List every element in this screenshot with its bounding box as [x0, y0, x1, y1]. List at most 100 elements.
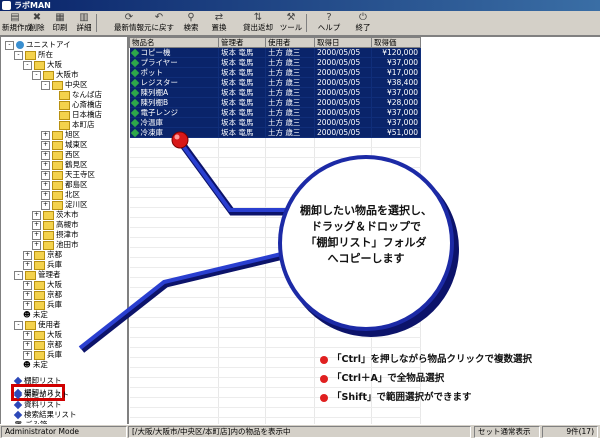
table-cell: ¥17,000 — [371, 67, 421, 78]
toolbar-button-detail[interactable]: ▥ 詳細 — [74, 12, 97, 34]
table-cell: 土方 歳三 — [265, 87, 315, 98]
app-icon — [2, 1, 11, 10]
collapse-icon[interactable]: - — [23, 60, 32, 70]
tree-node-label: なんば店 — [72, 90, 102, 99]
toolbar-button-delete[interactable]: ✖ 削除 — [27, 12, 47, 34]
table-cell: 坂本 竜馬 — [218, 117, 266, 128]
toolbar-label: 削除 — [29, 23, 45, 32]
table-row[interactable]: レジスター 坂本 竜馬 土方 歳三 2000/05/05 ¥38,400 — [129, 77, 421, 88]
toolbar-label: 新規作成 — [2, 23, 32, 32]
table-cell: ¥28,000 — [371, 97, 421, 108]
table-row[interactable]: ポット 坂本 竜馬 土方 歳三 2000/05/05 ¥17,000 — [129, 67, 421, 78]
tree-node-label: 未返却リスト — [24, 390, 69, 399]
tip-ctrl-a: 「Ctrl＋A」で全物品選択 — [320, 372, 444, 386]
toolbar-button-tool[interactable]: ⚒ ツール — [278, 12, 307, 34]
callout-line: へコピーします — [327, 252, 405, 265]
tree-node-label: 淀川区 — [65, 200, 88, 209]
tree-node-label: 北区 — [65, 190, 80, 199]
column-header[interactable]: 取得価 — [371, 37, 421, 48]
table-row[interactable]: プライヤー 坂本 竜馬 土方 歳三 2000/05/05 ¥37,000 — [129, 57, 421, 68]
toolbar-button-help[interactable]: ? ヘルプ — [313, 12, 345, 34]
table-row[interactable]: 陳列棚A 坂本 竜馬 土方 歳三 2000/05/05 ¥37,000 — [129, 87, 421, 98]
tip-shift: 「Shift」で範囲選択ができます — [320, 391, 472, 405]
callout-line: 「棚卸リスト」フォルダ — [305, 236, 427, 249]
delete-icon: ✖ — [32, 12, 42, 23]
item-icon — [130, 88, 139, 98]
collapse-icon[interactable]: - — [14, 270, 23, 280]
collapse-icon[interactable]: - — [41, 80, 50, 90]
table-cell: ¥37,000 — [371, 117, 421, 128]
collapse-icon[interactable]: - — [32, 70, 41, 80]
table-row[interactable]: 冷凍庫 坂本 竜馬 土方 歳三 2000/05/05 ¥51,000 — [129, 127, 421, 138]
status-setting: セット通常表示 — [474, 426, 540, 438]
tip-ctrl: 「Ctrl」を押しながら物品クリックで複数選択 — [320, 353, 532, 367]
table-row[interactable]: 冷温庫 坂本 竜馬 土方 歳三 2000/05/05 ¥37,000 — [129, 117, 421, 128]
toolbar-button-new[interactable]: ▤ 新規作成 — [2, 12, 32, 34]
table-row[interactable]: 陳列棚B 坂本 竜馬 土方 歳三 2000/05/05 ¥28,000 — [129, 97, 421, 108]
table-cell: 坂本 竜馬 — [218, 47, 266, 58]
tree-node-label: 京都 — [47, 290, 62, 299]
table-cell: 2000/05/05 — [314, 67, 372, 78]
table-cell: 2000/05/05 — [314, 127, 372, 138]
tree-node-label: 高槻市 — [56, 220, 79, 229]
table-cell: 陳列棚B — [129, 97, 219, 108]
column-header[interactable]: 管理者 — [218, 37, 266, 48]
toolbar-label: 最新情報 — [114, 23, 144, 32]
table-cell: 陳列棚A — [129, 87, 219, 98]
empty-row — [129, 137, 421, 148]
toolbar-button-exit[interactable]: ⏻ 終了 — [352, 12, 374, 34]
item-icon — [130, 68, 139, 78]
tree-node-label: 大阪市 — [56, 70, 79, 79]
collapse-icon[interactable]: - — [14, 320, 23, 330]
lending-icon: ⇅ — [253, 12, 263, 23]
collapse-icon[interactable]: - — [14, 50, 23, 60]
table-cell: 土方 歳三 — [265, 97, 315, 108]
list-icon — [13, 410, 23, 420]
tree-node-label: 中央区 — [65, 80, 88, 89]
tree-node-label: 使用者 — [38, 320, 61, 329]
column-header[interactable]: 物品名 — [129, 37, 219, 48]
folder-tree[interactable]: - ユニストアイ - 所在 - 大阪 - 大阪市 - 中央区 なんば店 心斎橋店 日本橋店 本町店 + 旭区 +… — [0, 36, 128, 426]
item-icon — [130, 58, 139, 68]
table-cell: プライヤー — [129, 57, 219, 68]
table-cell: 2000/05/05 — [314, 57, 372, 68]
tree-node-label: 所在 — [38, 50, 53, 59]
collapse-icon[interactable]: - — [5, 40, 14, 50]
tree-node-label: 心斎橋店 — [72, 100, 102, 109]
table-row[interactable]: コピー機 坂本 竜馬 土方 歳三 2000/05/05 ¥120,000 — [129, 47, 421, 58]
list-icon — [13, 376, 23, 386]
status-path: [/大阪/大阪市/中央区/本町店]内の物品を表示中 — [128, 426, 471, 438]
item-name: コピー機 — [140, 48, 171, 57]
item-name: 冷凍庫 — [140, 128, 164, 137]
table-cell: 坂本 竜馬 — [218, 57, 266, 68]
title-bar: ラボMAN — [0, 0, 600, 11]
toolbar-button-lending[interactable]: ⇅ 貸出返却 — [240, 12, 276, 34]
toolbar-button-undo[interactable]: ↶ 元に戻す — [144, 12, 174, 34]
table-cell: 坂本 竜馬 — [218, 97, 266, 108]
table-row[interactable]: 電子レンジ 坂本 竜馬 土方 歳三 2000/05/05 ¥37,000 — [129, 107, 421, 118]
bullet-icon — [320, 393, 328, 402]
person-icon: ☻ — [23, 310, 31, 319]
table-cell: 2000/05/05 — [314, 47, 372, 58]
person-icon: ☻ — [23, 360, 31, 369]
tree-node[interactable]: 棚卸リスト — [13, 375, 62, 386]
column-header[interactable]: 使用者 — [265, 37, 315, 48]
status-mode: Administrator Mode — [1, 426, 127, 438]
toolbar-button-refresh[interactable]: ⟳ 最新情報 — [112, 12, 146, 34]
tree-node[interactable]: ☻ 未定 — [23, 359, 48, 370]
toolbar-button-replace[interactable]: ⇄ 置換 — [206, 12, 232, 34]
tree-node-label: 京都 — [47, 250, 62, 259]
item-icon — [130, 118, 139, 128]
replace-icon: ⇄ — [214, 12, 224, 23]
tree-node-label: ユニストアイ — [26, 40, 71, 49]
item-name: プライヤー — [140, 58, 178, 67]
toolbar-button-search[interactable]: ⚲ 検索 — [180, 12, 202, 34]
tree-node-label: 都島区 — [65, 180, 88, 189]
callout-line: ドラッグ＆ドロップで — [311, 220, 421, 233]
toolbar-button-print[interactable]: ▦ 印刷 — [49, 12, 71, 34]
table-cell: 坂本 竜馬 — [218, 67, 266, 78]
tree-node-label: 鶴見区 — [65, 160, 88, 169]
tree-node-label: 兵庫 — [47, 260, 62, 269]
tree-node-label: 城東区 — [65, 140, 88, 149]
column-header[interactable]: 取得日 — [314, 37, 372, 48]
